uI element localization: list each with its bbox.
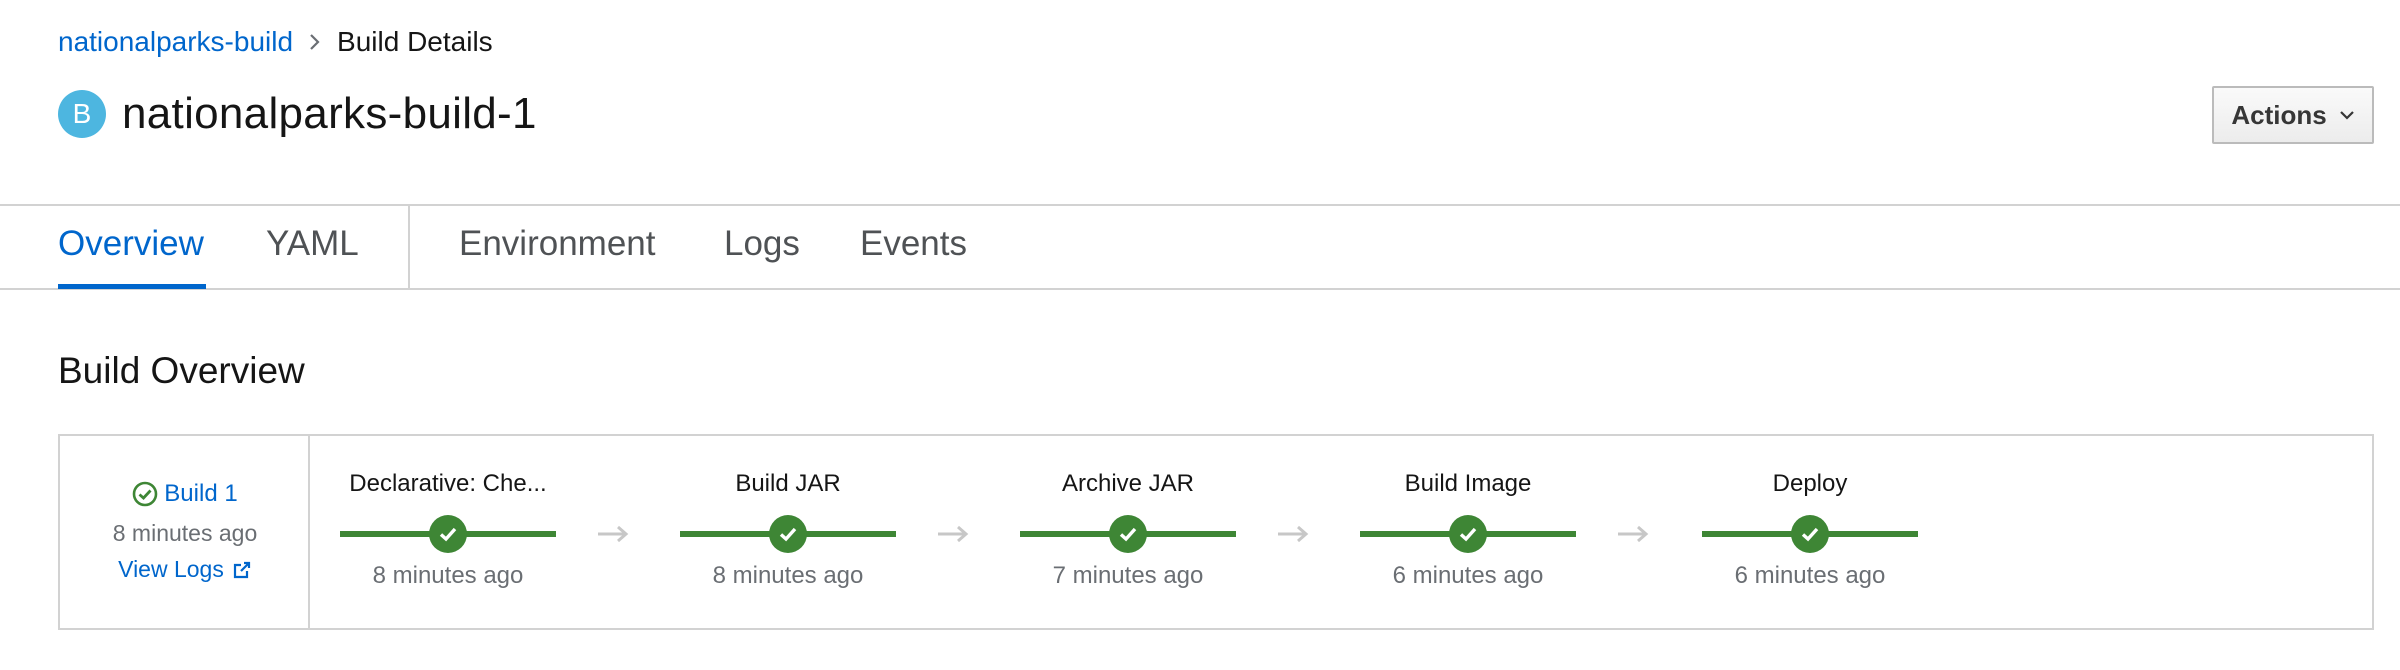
check-circle-icon <box>769 515 807 553</box>
tab-environment[interactable]: Environment <box>459 224 655 264</box>
pipeline-visualization: Build 1 8 minutes ago View Logs Declarat… <box>58 434 2374 630</box>
stage-name: Build Image <box>1404 470 1532 497</box>
build-summary: Build 1 8 minutes ago View Logs <box>60 436 310 628</box>
external-link-icon <box>233 561 250 578</box>
view-logs-link[interactable]: View Logs <box>60 556 310 583</box>
stage-timestamp: 7 minutes ago <box>1052 562 1204 589</box>
tab-yaml[interactable]: YAML <box>266 224 359 264</box>
pipeline-stage[interactable]: Build Image 6 minutes ago <box>1360 436 1576 628</box>
arrow-right-icon <box>938 525 969 543</box>
stage-name: Deploy <box>1772 470 1848 497</box>
stage-name: Build JAR <box>735 470 841 497</box>
resource-badge: B <box>58 90 106 138</box>
pipeline-stage[interactable]: Deploy 6 minutes ago <box>1702 436 1918 628</box>
breadcrumb: nationalparks-build Build Details <box>58 22 493 62</box>
build-timestamp: 8 minutes ago <box>112 520 258 546</box>
pipeline-stage[interactable]: Build JAR 8 minutes ago <box>680 436 896 628</box>
build-status: Build 1 <box>60 480 310 508</box>
chevron-right-icon <box>309 33 321 51</box>
actions-dropdown-button[interactable]: Actions <box>2212 86 2374 144</box>
actions-label: Actions <box>2231 99 2327 130</box>
breadcrumb-parent-link[interactable]: nationalparks-build <box>58 26 293 58</box>
stage-name: Archive JAR <box>1061 470 1195 497</box>
check-circle-icon <box>429 515 467 553</box>
tab-divider <box>408 206 410 290</box>
check-circle-icon <box>1109 515 1147 553</box>
page-header: B nationalparks-build-1 <box>58 89 537 138</box>
tab-overview[interactable]: Overview <box>58 224 204 264</box>
check-circle-icon <box>1791 515 1829 553</box>
stage-timestamp: 8 minutes ago <box>712 562 864 589</box>
breadcrumb-current: Build Details <box>337 26 493 57</box>
check-circle-icon <box>132 481 158 507</box>
build-link[interactable]: Build 1 <box>164 480 237 508</box>
pipeline-stage[interactable]: Declarative: Che... 8 minutes ago <box>340 436 556 628</box>
pipeline-stage[interactable]: Archive JAR 7 minutes ago <box>1020 436 1236 628</box>
arrow-right-icon <box>1278 525 1309 543</box>
chevron-down-icon <box>2339 111 2354 120</box>
stage-name: Declarative: Che... <box>349 470 547 497</box>
tab-bar: Overview YAML Environment Logs Events <box>0 204 2400 290</box>
tab-events[interactable]: Events <box>860 224 967 264</box>
arrow-right-icon <box>598 525 629 543</box>
active-tab-indicator <box>58 284 206 289</box>
page-title: nationalparks-build-1 <box>122 89 537 138</box>
check-circle-icon <box>1449 515 1487 553</box>
stage-timestamp: 6 minutes ago <box>1392 562 1544 589</box>
arrow-right-icon <box>1618 525 1649 543</box>
tab-logs[interactable]: Logs <box>724 224 800 264</box>
view-logs-label[interactable]: View Logs <box>118 556 224 583</box>
stage-timestamp: 6 minutes ago <box>1734 562 1886 589</box>
stage-timestamp: 8 minutes ago <box>372 562 524 589</box>
section-title: Build Overview <box>58 350 305 391</box>
